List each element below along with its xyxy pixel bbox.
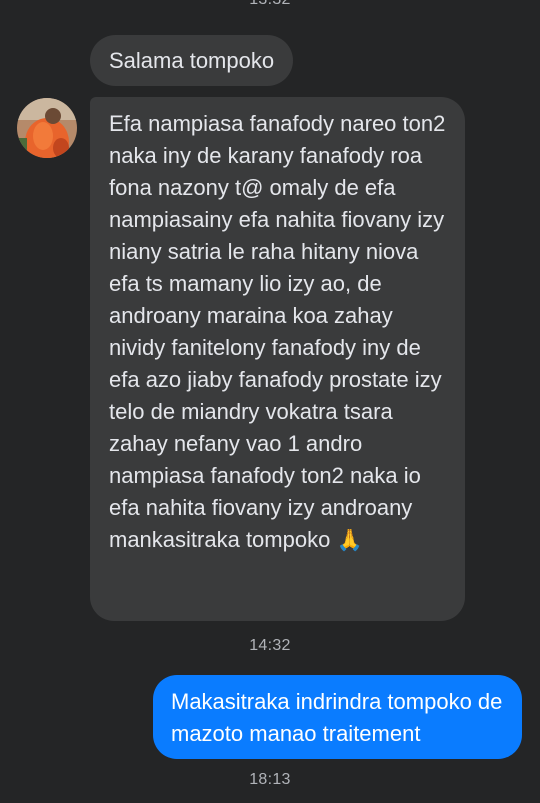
message-text: Salama tompoko — [109, 47, 275, 73]
folded-hands-emoji: 🙏 — [336, 529, 363, 552]
timestamp-middle: 14:32 — [249, 637, 291, 654]
sender-avatar[interactable] — [17, 98, 77, 158]
message-text: Makasitraka indrindra tompoko de mazoto … — [171, 689, 503, 746]
timestamp-bottom: 18:13 — [249, 771, 291, 788]
timestamp-top: 13:32 — [0, 0, 540, 9]
incoming-message-greeting[interactable]: Salama tompoko — [90, 35, 294, 86]
message-text: Efa nampiasa fanafody nareo ton2 naka in… — [109, 111, 446, 552]
avatar-photo — [17, 98, 77, 158]
incoming-message-long[interactable]: Efa nampiasa fanafody nareo ton2 naka in… — [90, 97, 465, 621]
outgoing-message-reply[interactable]: Makasitraka indrindra tompoko de mazoto … — [153, 675, 522, 759]
